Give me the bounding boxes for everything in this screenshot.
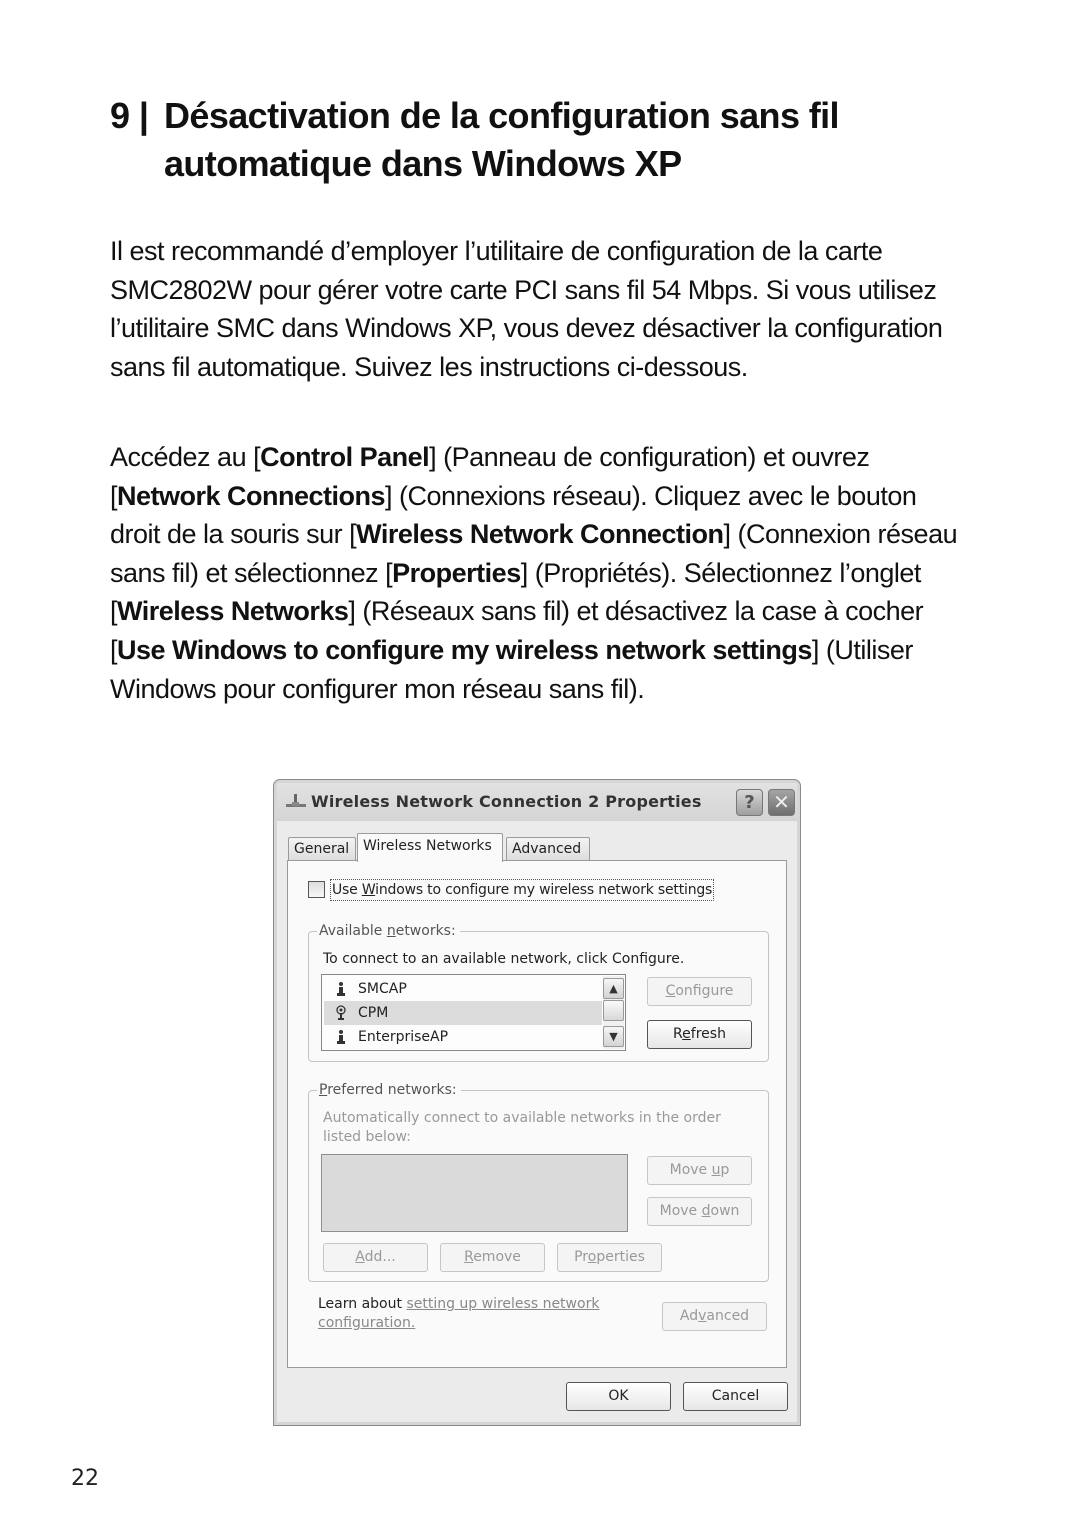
network-name: CPM [358, 1005, 389, 1021]
label-part: Ad [679, 1308, 699, 1324]
wireless-networks-panel: Use Windows to configure my wireless net… [287, 860, 787, 1368]
remove-button[interactable]: Remove [440, 1243, 545, 1272]
move-down-button[interactable]: Move down [647, 1197, 752, 1226]
infrastructure-ap-icon [337, 1030, 345, 1044]
network-item[interactable]: SMCAP [324, 977, 602, 1001]
label-part: emove [473, 1249, 521, 1265]
preferred-networks-group: Preferred networks: Automatically connec… [308, 1081, 769, 1282]
cancel-button[interactable]: Cancel [683, 1382, 788, 1411]
section-title-text: Désactivation de la configuration sans f… [164, 95, 840, 184]
learn-about-text: Learn about setting up wireless network … [318, 1295, 608, 1333]
tab-general[interactable]: General [288, 837, 356, 861]
learn-prefix: Learn about [318, 1296, 407, 1312]
ui-term: Wireless Network Connection [356, 519, 724, 550]
ok-button[interactable]: OK [566, 1382, 671, 1411]
properties-button[interactable]: Properties [557, 1243, 662, 1272]
label-part: etworks: [395, 923, 456, 939]
label-part: onfigure [675, 983, 734, 999]
use-windows-checkbox[interactable] [308, 881, 325, 898]
move-up-button[interactable]: Move up [647, 1156, 752, 1185]
preferred-networks-list[interactable] [321, 1154, 628, 1232]
help-icon: ? [744, 792, 755, 813]
use-windows-label[interactable]: Use Windows to configure my wireless net… [330, 879, 715, 901]
label-part: anced [706, 1308, 750, 1324]
instructions-paragraph: Accédez au [Control Panel] (Panneau de c… [110, 438, 970, 708]
paragraph-text: Accédez au [ [110, 442, 261, 472]
page-number: 22 [71, 1466, 99, 1491]
preferred-networks-hint: Automatically connect to available netwo… [323, 1110, 721, 1145]
accelerator-key: d [701, 1203, 711, 1219]
label-part: own [710, 1203, 740, 1219]
close-icon: ✕ [773, 790, 790, 814]
accelerator-key: e [682, 1026, 691, 1042]
accelerator-key: R [464, 1249, 474, 1265]
accelerator-key: P [319, 1082, 328, 1098]
preferred-networks-legend: Preferred networks: [317, 1081, 461, 1099]
network-name: SMCAP [358, 981, 407, 997]
label-part: Use [332, 882, 362, 898]
label-part: perties [596, 1249, 645, 1265]
network-connection-icon [286, 794, 306, 807]
accelerator-key: W [361, 882, 376, 898]
accelerator-key: C [665, 983, 676, 999]
configure-button[interactable]: Configure [647, 977, 752, 1006]
network-list-scrollbar[interactable]: ▲ ▼ [603, 976, 624, 1049]
available-networks-legend: Available networks: [317, 922, 460, 940]
refresh-button[interactable]: Refresh [647, 1020, 752, 1049]
infrastructure-ap-icon [337, 982, 345, 996]
available-networks-list[interactable]: SMCAP CPM EnterpriseAP ▲ ▼ [321, 974, 626, 1051]
tab-wireless-networks[interactable]: Wireless Networks [357, 833, 503, 862]
tab-advanced[interactable]: Advanced [506, 837, 590, 861]
ui-term: Network Connections [117, 480, 386, 511]
label-part: referred networks: [327, 1082, 457, 1098]
dialog-title: Wireless Network Connection 2 Properties [311, 792, 702, 811]
section-number: 9 | [110, 95, 149, 136]
label-part: Pr [574, 1249, 588, 1265]
label-part: indows to configure my wireless network … [375, 882, 713, 898]
wireless-antenna-icon [336, 1005, 346, 1020]
accelerator-key: n [386, 923, 396, 939]
chevron-up-icon: ▲ [609, 982, 618, 995]
properties-dialog: Wireless Network Connection 2 Properties… [273, 779, 801, 1426]
intro-paragraph: Il est recommandé d’employer l’utilitair… [110, 236, 943, 382]
advanced-button[interactable]: Advanced [662, 1302, 767, 1331]
section-number-text: 9 [110, 95, 130, 136]
label-part: Move [659, 1203, 702, 1219]
ui-term: Use Windows to configure my wireless net… [117, 634, 812, 665]
label-part: p [720, 1162, 730, 1178]
label-part: Move [669, 1162, 712, 1178]
page-title: 9 | Désactivation de la configuration san… [110, 92, 1044, 188]
ui-term: Wireless Networks [117, 596, 349, 627]
dialog-titlebar: Wireless Network Connection 2 Properties… [277, 783, 797, 821]
scroll-up-button[interactable]: ▲ [603, 978, 624, 999]
available-networks-group: Available networks: To connect to an ava… [308, 922, 769, 1062]
ui-term: Properties [392, 557, 521, 588]
accelerator-key: A [355, 1249, 365, 1265]
network-item[interactable]: EnterpriseAP [324, 1025, 602, 1049]
add-button[interactable]: Add... [323, 1243, 428, 1272]
scroll-down-button[interactable]: ▼ [603, 1026, 624, 1047]
network-item-selected[interactable]: CPM [324, 1001, 602, 1025]
available-networks-hint: To connect to an available network, clic… [323, 951, 685, 967]
label-part: R [673, 1026, 683, 1042]
scroll-thumb[interactable] [603, 1000, 624, 1021]
label-part: fresh [690, 1026, 726, 1042]
label-part: Available [319, 923, 387, 939]
chevron-down-icon: ▼ [609, 1030, 618, 1043]
close-button[interactable]: ✕ [768, 789, 795, 816]
ui-term: Control Panel [260, 442, 430, 472]
network-name: EnterpriseAP [358, 1029, 449, 1045]
label-part: dd... [364, 1249, 396, 1265]
help-button[interactable]: ? [736, 789, 763, 816]
